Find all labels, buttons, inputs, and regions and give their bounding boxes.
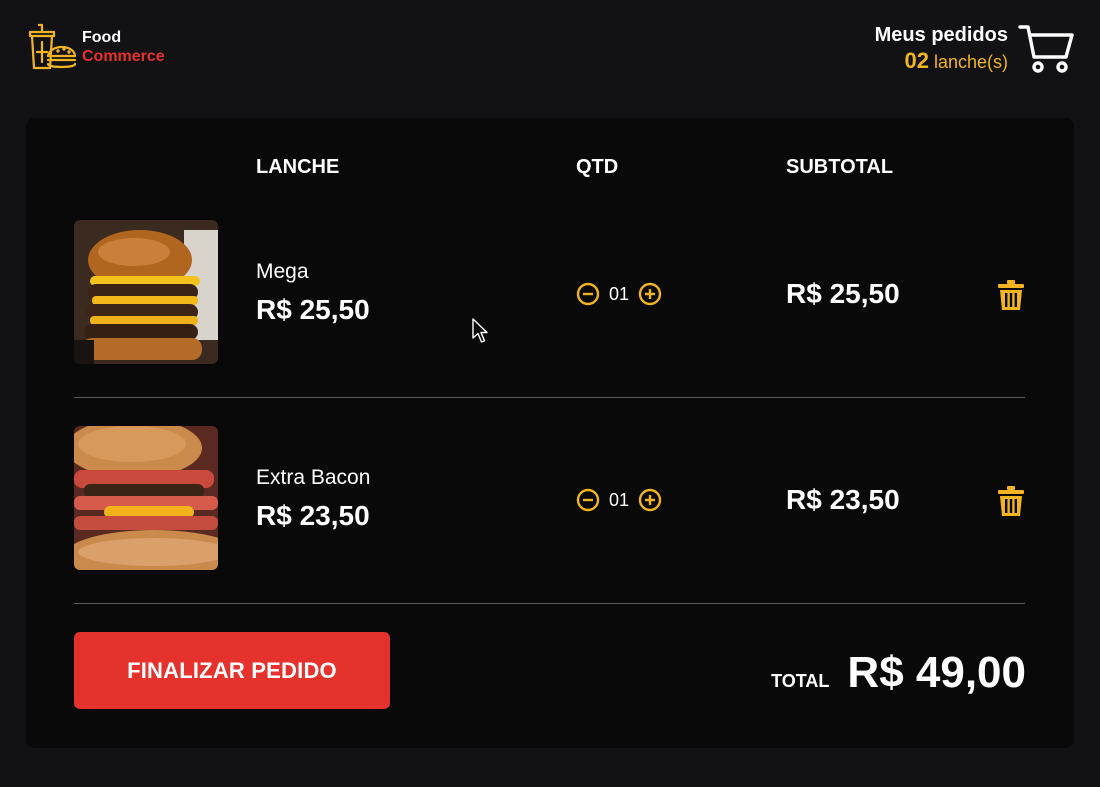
- orders-count-number: 02: [904, 48, 929, 73]
- order-total: TOTAL R$ 49,00: [771, 648, 1026, 698]
- bacon-burger-photo: [74, 426, 218, 570]
- header-subtotal: SUBTOTAL: [786, 156, 894, 178]
- brand-line1: Food: [82, 29, 122, 46]
- quantity-value: 01: [609, 489, 630, 510]
- total-label: TOTAL: [771, 671, 830, 691]
- total-value: R$ 49,00: [847, 648, 1026, 697]
- quantity-value: 01: [609, 283, 630, 304]
- cart-card: LANCHE QTD SUBTOTAL Mega R$ 25,50 01 R$ …: [26, 118, 1074, 748]
- orders-summary: Meus pedidos 02 lanche(s): [875, 22, 1008, 75]
- minus-circle-icon[interactable]: [576, 488, 600, 512]
- my-orders[interactable]: Meus pedidos 02 lanche(s): [875, 22, 1074, 75]
- orders-count-unit: lanche(s): [933, 52, 1008, 72]
- food-drink-burger-icon: [28, 23, 76, 70]
- item-subtotal: R$ 25,50: [786, 278, 900, 309]
- item-name: Mega: [256, 260, 309, 283]
- cart-row: Mega R$ 25,50 01 R$ 25,50: [74, 220, 1025, 364]
- brand-line2: Commerce: [82, 48, 165, 65]
- page: Food Commerce Meus pedidos 02 lanche(s) …: [0, 0, 1100, 787]
- row-divider: [74, 603, 1025, 604]
- finalize-order-button[interactable]: FINALIZAR PEDIDO: [74, 632, 390, 709]
- cart-icon[interactable]: [1018, 23, 1074, 75]
- header-qty: QTD: [576, 156, 619, 178]
- item-name: Extra Bacon: [256, 466, 371, 489]
- trash-icon[interactable]: [998, 280, 1024, 310]
- orders-count: 02 lanche(s): [875, 48, 1008, 75]
- minus-circle-icon[interactable]: [576, 282, 600, 306]
- header-item: LANCHE: [256, 156, 340, 178]
- orders-title: Meus pedidos: [874, 24, 1008, 46]
- burger-photo: [74, 220, 218, 364]
- item-price: R$ 23,50: [256, 500, 370, 531]
- item-price: R$ 25,50: [256, 294, 370, 325]
- item-subtotal: R$ 23,50: [786, 484, 900, 515]
- brand-logo[interactable]: Food Commerce: [26, 22, 165, 72]
- quantity-stepper: 01: [576, 488, 662, 512]
- cart-row: Extra Bacon R$ 23,50 01 R$ 23,50: [74, 426, 1025, 570]
- plus-circle-icon[interactable]: [638, 282, 662, 306]
- trash-icon[interactable]: [998, 486, 1024, 516]
- quantity-stepper: 01: [576, 282, 662, 306]
- mouse-pointer-icon: [472, 318, 488, 343]
- brand-name: Food Commerce: [82, 28, 165, 66]
- plus-circle-icon[interactable]: [638, 488, 662, 512]
- row-divider: [74, 397, 1025, 398]
